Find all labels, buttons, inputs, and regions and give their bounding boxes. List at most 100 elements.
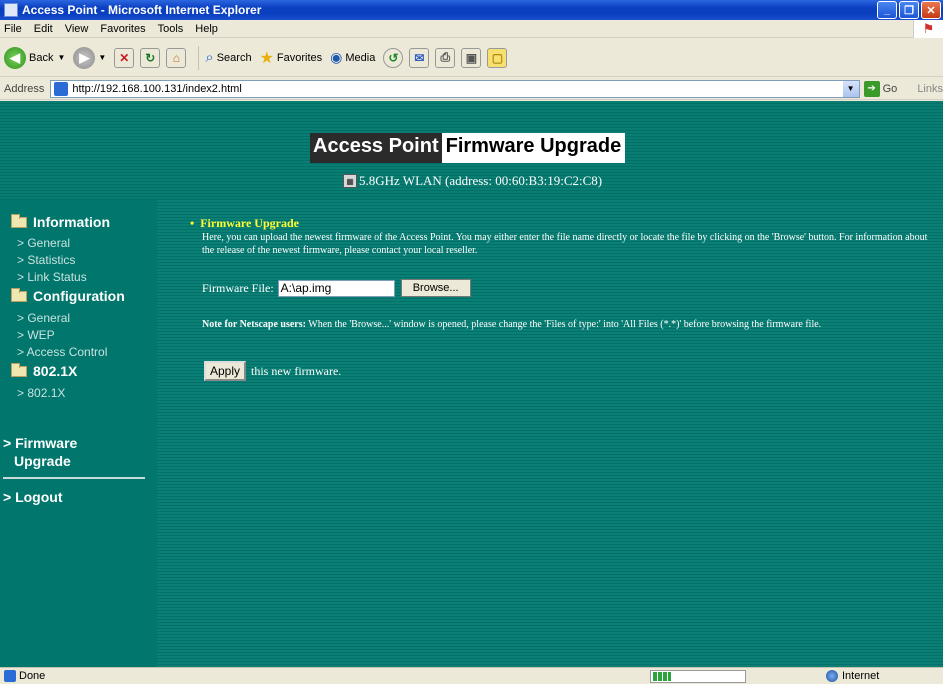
maximize-button[interactable]: ❐ [899, 1, 919, 19]
nav-firmware-line1: > Firmware [3, 435, 78, 451]
nav-section-802-1x: 802.1X [0, 361, 157, 381]
stop-icon[interactable]: ✕ [114, 47, 135, 68]
window-title: Access Point - Microsoft Internet Explor… [22, 3, 262, 17]
note-text: When the 'Browse...' window is opened, p… [305, 319, 822, 330]
banner-product: Access Point [310, 133, 442, 163]
web-page: Access Point Firmware Upgrade ▦ 5.8GHz W… [0, 101, 943, 667]
status-bar: Done Internet [0, 667, 943, 684]
apply-suffix: this new firmware. [251, 363, 342, 378]
nav-section-information: Information [0, 212, 157, 232]
globe-icon [826, 670, 838, 682]
nav-info-statistics[interactable]: > Statistics [0, 252, 157, 269]
minimize-button[interactable]: _ [877, 1, 897, 19]
folder-icon [11, 213, 27, 228]
toolbar: ◀ Back ▼ ▶ ▼ ✕ ↻ ⌂ ⌕ Search ★ Favorites … [0, 39, 943, 77]
wlan-device-icon: ▦ [343, 174, 357, 188]
address-input[interactable]: http://192.168.100.131/index2.html ▼ [50, 79, 860, 98]
menu-tools[interactable]: Tools [158, 23, 184, 35]
page-banner: Access Point Firmware Upgrade [310, 133, 626, 163]
forward-dropdown-icon: ▼ [98, 53, 107, 62]
forward-button[interactable]: ▶ ▼ [73, 46, 107, 69]
menu-help[interactable]: Help [195, 23, 218, 35]
links-button[interactable]: Links [917, 83, 943, 95]
nav-section-label: Information [33, 214, 110, 230]
go-label: Go [882, 82, 898, 95]
address-dropdown-icon[interactable]: ▼ [842, 80, 859, 97]
nav-logout[interactable]: > Logout [0, 488, 157, 506]
media-label: Media [345, 51, 376, 64]
section-description: Here, you can upload the newest firmware… [202, 232, 928, 256]
sidebar: Information > General > Statistics > Lin… [0, 200, 157, 667]
address-url: http://192.168.100.131/index2.html [72, 82, 242, 95]
address-label: Address [4, 82, 45, 95]
menu-file[interactable]: File [4, 23, 22, 35]
nav-config-access-control[interactable]: > Access Control [0, 344, 157, 361]
go-button[interactable]: ➔ Go [863, 80, 898, 97]
window-controls: _ ❐ ✕ [877, 1, 941, 19]
nav-config-wep[interactable]: > WEP [0, 327, 157, 344]
nav-config-general[interactable]: > General [0, 310, 157, 327]
mail-icon[interactable]: ✉ [409, 47, 430, 68]
address-bar: Address http://192.168.100.131/index2.ht… [0, 78, 943, 100]
nav-divider [3, 477, 145, 479]
menu-bar: File Edit View Favorites Tools Help [0, 20, 943, 38]
search-button[interactable]: ⌕ Search [205, 49, 251, 66]
ie-app-icon [4, 3, 18, 17]
star-icon: ★ [259, 49, 274, 67]
section-title-text: Firmware Upgrade [200, 216, 299, 230]
media-button[interactable]: ◉ Media [330, 49, 375, 66]
menu-edit[interactable]: Edit [34, 23, 53, 35]
nav-firmware-upgrade[interactable]: > Firmware Upgrade [0, 434, 157, 470]
progress-fill [653, 671, 672, 681]
home-icon[interactable]: ⌂ [166, 47, 187, 68]
nav-section-label: 802.1X [33, 363, 78, 379]
refresh-icon[interactable]: ↻ [140, 47, 161, 68]
print-icon[interactable]: ⎙ [435, 47, 456, 68]
netscape-note: Note for Netscape users: When the 'Brows… [202, 318, 932, 331]
media-icon: ◉ [330, 49, 343, 65]
close-button[interactable]: ✕ [921, 1, 941, 19]
search-icon: ⌕ [205, 49, 214, 66]
search-label: Search [216, 51, 252, 64]
main-content: • Firmware Upgrade Here, you can upload t… [157, 200, 943, 667]
note-heading: Note for Netscape users: [202, 319, 306, 330]
nav-section-configuration: Configuration [0, 286, 157, 306]
nav-802-1x[interactable]: > 802.1X [0, 385, 157, 402]
progress-bar [650, 669, 746, 683]
menu-favorites[interactable]: Favorites [100, 23, 145, 35]
status-message: Done [0, 670, 650, 682]
back-button[interactable]: ◀ Back ▼ [4, 46, 66, 69]
back-dropdown-icon: ▼ [57, 53, 66, 62]
wlan-address: 5.8GHz WLAN (address: 00:60:B3:19:C2:C8) [359, 173, 603, 188]
history-icon[interactable]: ↺ [383, 47, 404, 68]
folder-icon [11, 287, 27, 302]
status-text: Done [19, 670, 46, 682]
firmware-file-label: Firmware File: [202, 280, 274, 295]
back-arrow-icon: ◀ [4, 46, 26, 69]
favorites-button[interactable]: ★ Favorites [260, 48, 323, 68]
windows-logo-icon: ⚑ [913, 20, 943, 38]
title-bar: Access Point - Microsoft Internet Explor… [0, 0, 943, 20]
security-zone: Internet [826, 670, 879, 682]
wlan-info: ▦ 5.8GHz WLAN (address: 00:60:B3:19:C2:C… [343, 173, 602, 189]
page-icon [54, 81, 69, 96]
nav-section-label: Configuration [33, 288, 125, 304]
messenger-icon[interactable]: ▢ [487, 47, 508, 68]
edit-icon[interactable]: ▣ [461, 47, 482, 68]
folder-icon [11, 362, 27, 377]
nav-info-link-status[interactable]: > Link Status [0, 269, 157, 286]
browse-button[interactable]: Browse... [400, 279, 471, 297]
apply-row: Apply this new firmware. [204, 361, 341, 381]
zone-label: Internet [842, 670, 880, 682]
firmware-file-input[interactable]: A:\ap.img [277, 279, 395, 297]
nav-firmware-line2: Upgrade [14, 453, 71, 469]
back-label: Back [29, 51, 54, 64]
page-done-icon [4, 670, 16, 682]
favorites-label: Favorites [276, 51, 323, 64]
firmware-file-row: Firmware File: A:\ap.img Browse... [202, 279, 471, 297]
menu-view[interactable]: View [65, 23, 89, 35]
nav-info-general[interactable]: > General [0, 235, 157, 252]
apply-button[interactable]: Apply [204, 361, 246, 381]
forward-arrow-icon: ▶ [73, 46, 96, 69]
banner-page-title: Firmware Upgrade [441, 133, 626, 163]
